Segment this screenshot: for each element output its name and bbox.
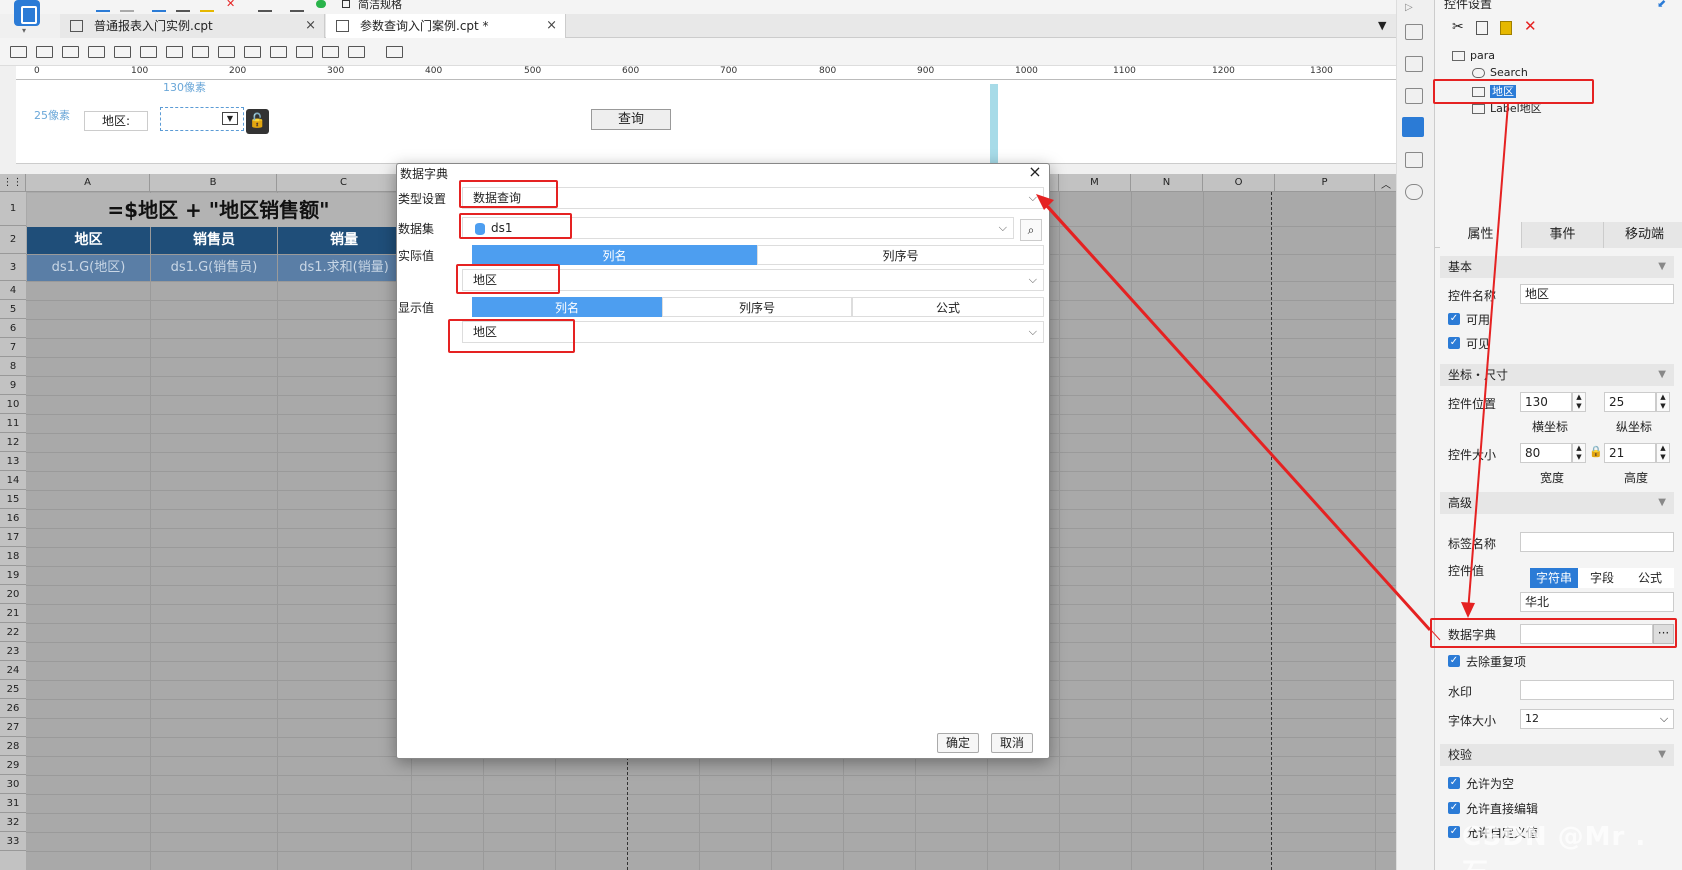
arrow-head	[1461, 602, 1475, 618]
arrow-tree-to-dict	[1467, 103, 1509, 613]
csdn-watermark: CSDN @Mr . 石	[1462, 822, 1647, 870]
arrow-thin-line	[1039, 199, 1441, 641]
designer-window: ✕ 简洁规格 ▾ 普通报表入门实例.cpt × 参数查询入门案例.cpt * ×…	[0, 0, 1682, 870]
callout-arrows	[1036, 103, 1509, 641]
arrow-head	[1036, 194, 1054, 210]
